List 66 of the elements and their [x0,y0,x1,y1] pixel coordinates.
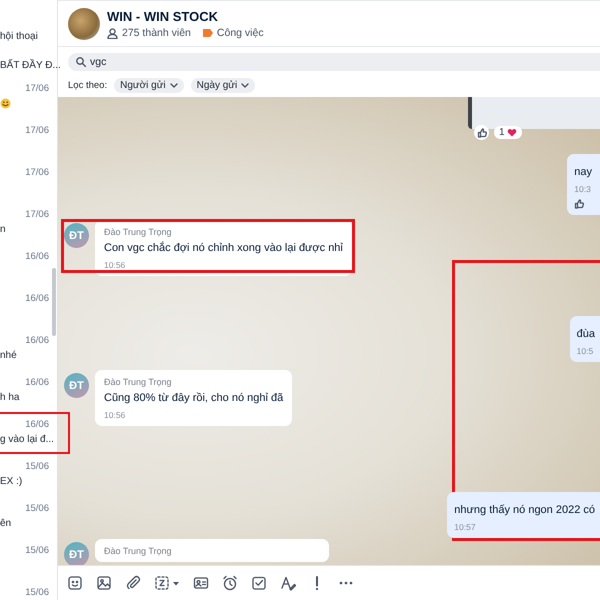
message-text: nhưng thấy nó ngon 2022 có [454,504,595,516]
conversation-preview[interactable]: nhé [0,350,17,361]
emoji-icon [0,98,11,109]
filter-dropdown[interactable]: Ngày gửi [190,78,256,93]
conversation-date: 17/06 [25,83,49,94]
conversation-preview[interactable]: g vào lại đ... [0,434,54,445]
image-icon[interactable] [96,575,112,591]
conversation-preview[interactable]: n [0,224,6,235]
conversation-date: 15/06 [25,545,49,556]
filter-dropdown[interactable]: Người gửi [114,78,184,93]
like-button[interactable] [474,125,489,140]
tag-icon [202,29,213,37]
filter-label: Lọc theo: [68,80,108,91]
sticker-icon[interactable] [67,575,83,591]
person-icon [107,28,118,38]
reaction-count[interactable]: 1 [494,126,522,139]
conversation-date: 15/06 [25,503,49,514]
conversation-preview[interactable]: EX :) [0,476,22,487]
conversation-preview[interactable]: BẤT ĐẦY Đ... [0,60,61,71]
conversation-date: 16/06 [25,251,49,262]
conversation-date: 16/06 [25,377,49,388]
task-checkbox-icon[interactable] [251,575,267,591]
message-text: Cũng 80% từ đây rồi, cho nó nghỉ đã [104,392,284,404]
screenshot-icon[interactable] [154,575,180,591]
chevron-down-icon [170,83,178,88]
alarm-clock-icon[interactable] [222,575,238,591]
user-avatar: ĐT [64,373,89,398]
conversation-preview[interactable]: ên [0,518,12,529]
group-avatar [68,8,100,40]
message-time: 10:56 [104,260,126,270]
sender-name: Đào Trung Trọng [104,377,173,387]
group-title: WIN - WIN STOCK [107,9,219,24]
sender-name: Đào Trung Trọng [104,546,173,556]
conversation-date: 17/06 [25,209,49,220]
message-text: nay [574,166,592,178]
thumbs-up-icon [476,128,486,138]
conversation-date: 15/06 [25,587,49,598]
conversation-date: 16/06 [25,293,49,304]
conversation-date: 16/06 [25,419,49,430]
image-placeholder[interactable] [468,97,600,129]
contact-card-icon[interactable] [193,575,209,591]
scrollbar[interactable] [52,268,56,336]
sender-name: Đào Trung Trọng [104,227,173,237]
search-icon [76,57,86,67]
user-avatar: ĐT [64,223,89,248]
group-tag[interactable]: Công việc [216,27,264,39]
message-text: đùa [576,328,595,340]
message-time: 10:56 [104,410,126,420]
message-time: 10:5 [576,346,594,356]
heart-icon [506,128,517,137]
search-field[interactable]: vgc [68,53,600,71]
conversation-date: 15/06 [25,461,49,472]
conversation-preview[interactable]: h ha [0,392,20,403]
message-time: 10:3 [574,184,592,194]
conversation-preview[interactable]: hội thoại [0,31,38,42]
paperclip-icon[interactable] [125,575,141,591]
text-format-icon[interactable] [280,575,296,591]
thumbs-up-icon[interactable] [574,199,584,209]
chevron-down-icon [241,83,250,88]
conversation-date: 16/06 [25,335,49,346]
conversation-date: 17/06 [25,125,49,136]
message-text: Con vgc chắc đợi nó chỉnh xong vào lại được nhỉ [104,242,343,254]
user-avatar: ĐT [64,542,89,565]
message-time: 10:57 [454,522,477,532]
member-count[interactable]: 275 thành viên [122,27,191,39]
conversation-date: 17/06 [25,167,49,178]
